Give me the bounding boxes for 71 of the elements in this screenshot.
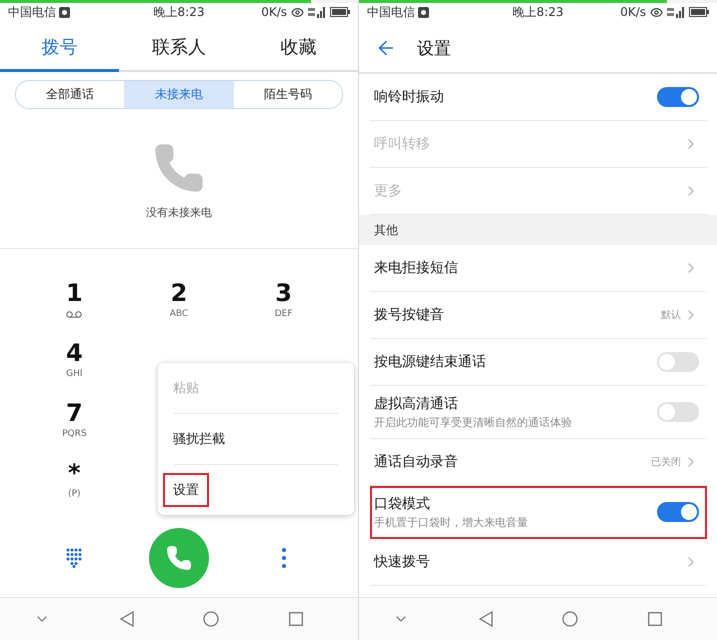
setting-label: 虚拟高清通话 — [374, 394, 459, 412]
home-icon[interactable] — [562, 611, 578, 627]
filter-segment[interactable]: 未接来电 — [124, 81, 233, 108]
recents-icon[interactable] — [288, 612, 303, 626]
key-letters: ABC — [170, 309, 188, 319]
key-letters: (P) — [68, 489, 81, 499]
key-letters: GHI — [66, 369, 83, 379]
carrier-name: 中国电信 — [8, 4, 56, 20]
toggle-switch[interactable] — [657, 402, 699, 422]
dial-key[interactable]: 1 — [66, 279, 83, 307]
network-speed: 0K/s — [620, 5, 646, 19]
filter-segment[interactable]: 陌生号码 — [233, 81, 342, 108]
signal-icon — [308, 6, 326, 18]
setting-label: 更多 — [374, 182, 403, 200]
network-speed: 0K/s — [261, 5, 287, 19]
setting-label: 来电拒接短信 — [374, 259, 459, 277]
key-letters: DEF — [274, 309, 293, 319]
settings-row[interactable]: 快速拨号 — [370, 539, 707, 586]
setting-label: 呼叫转移 — [374, 135, 431, 153]
tab[interactable]: 收藏 — [238, 24, 358, 72]
notification-icon — [59, 6, 70, 18]
section-header: 其他 — [374, 222, 398, 238]
setting-label: 按电源键结束通话 — [374, 353, 487, 371]
settings-row[interactable]: 按电源键结束通话 — [370, 339, 707, 386]
setting-value: 默认 — [661, 309, 681, 322]
menu-item[interactable]: 设置 — [163, 473, 209, 507]
carrier-name: 中国电信 — [367, 4, 415, 20]
recents-icon[interactable] — [648, 612, 662, 626]
notification-icon — [418, 6, 429, 18]
back-icon[interactable] — [120, 611, 134, 627]
home-icon[interactable] — [203, 611, 220, 627]
setting-description: 开启此功能可享受更清晰自然的通话体验 — [374, 414, 573, 430]
settings-row[interactable]: 响铃时振动 — [370, 74, 707, 121]
setting-value: 已关闭 — [651, 456, 681, 469]
settings-row[interactable]: 通话自动录音 已关闭 — [370, 439, 707, 486]
tab[interactable]: 联系人 — [119, 24, 239, 72]
eye-icon — [650, 6, 663, 18]
dial-key[interactable]: * — [68, 459, 81, 487]
menu-item[interactable]: 骚扰拦截 — [163, 422, 235, 456]
eye-icon — [291, 6, 304, 18]
empty-message: 没有未接来电 — [146, 205, 212, 220]
setting-label: 响铃时振动 — [374, 88, 445, 106]
toggle-switch[interactable] — [657, 502, 699, 522]
clock: 晚上8:23 — [512, 4, 564, 20]
more-icon[interactable] — [282, 548, 286, 568]
key-letters: PQRS — [62, 429, 87, 439]
setting-label: 通话自动录音 — [374, 453, 459, 471]
voicemail-icon — [66, 311, 82, 318]
setting-label: 口袋模式 — [374, 494, 431, 512]
toggle-switch[interactable] — [657, 352, 699, 372]
battery-icon — [330, 7, 350, 17]
signal-icon — [667, 6, 685, 18]
dial-key[interactable]: 7 — [66, 399, 83, 427]
setting-description: 手机置于口袋时，增大来电音量 — [374, 514, 529, 530]
phone-icon — [166, 545, 192, 571]
dialpad-icon[interactable] — [66, 548, 82, 568]
tab[interactable]: 拨号 — [0, 24, 120, 72]
setting-label: 拨号按键音 — [374, 306, 445, 324]
battery-icon — [689, 7, 709, 17]
settings-row[interactable]: 虚拟高清通话 开启此功能可享受更清晰自然的通话体验 — [370, 386, 707, 439]
settings-row[interactable]: 拨号按键音 默认 — [370, 292, 707, 339]
clock: 晚上8:23 — [154, 4, 204, 20]
dial-key[interactable]: 2 — [170, 279, 188, 307]
settings-row[interactable]: 口袋模式 手机置于口袋时，增大来电音量 — [370, 486, 707, 539]
dial-key[interactable]: 3 — [275, 279, 292, 307]
settings-row[interactable]: 来电拒接短信 — [370, 245, 707, 292]
page-title: 设置 — [417, 38, 451, 60]
back-icon[interactable] — [478, 611, 493, 627]
dial-key[interactable]: 4 — [66, 339, 83, 367]
setting-label: 快速拨号 — [374, 553, 431, 571]
toggle-switch[interactable] — [657, 87, 699, 107]
